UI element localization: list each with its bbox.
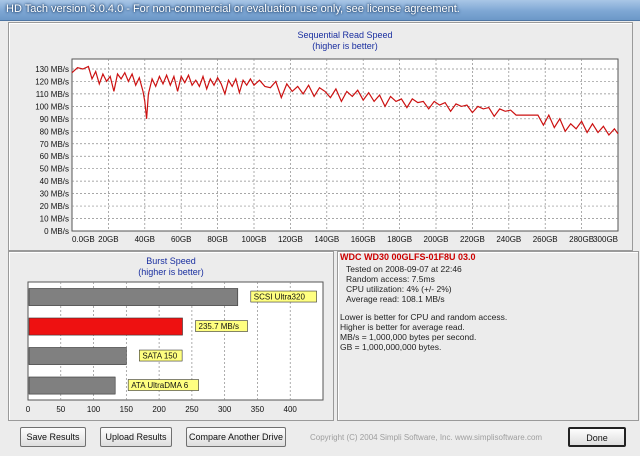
x-tick-label: 200 xyxy=(152,405,166,414)
x-tick-label: 250 xyxy=(185,405,199,414)
burst-bar xyxy=(28,376,116,395)
y-tick-label: 60 MB/s xyxy=(40,152,69,161)
burst-bar xyxy=(28,347,127,365)
x-tick-label: 150 xyxy=(120,405,134,414)
x-tick-label: 180GB xyxy=(387,235,412,244)
bar-value-label: SATA 150 xyxy=(142,352,177,361)
note-line: Lower is better for CPU and random acces… xyxy=(340,312,508,322)
burst-chart-panel: SCSI Ultra320 235.7 MB/s SATA 150 ATA Ultra… xyxy=(8,251,334,421)
x-tick-label: 60GB xyxy=(171,235,191,244)
x-tick-label: 300 xyxy=(218,405,232,414)
bar-value-label: 235.7 MB/s xyxy=(199,322,239,331)
note-line: GB = 1,000,000,000 bytes. xyxy=(340,342,442,352)
burst-speed-chart: SCSI Ultra320 235.7 MB/s SATA 150 ATA Ultra… xyxy=(26,256,324,414)
y-tick-label: 30 MB/s xyxy=(40,190,69,199)
read-chart-title: Sequential Read Speed xyxy=(297,30,392,40)
burst-bar xyxy=(28,288,239,306)
read-speed-chart: 0 MB/s 10 MB/s 20 MB/s 30 MB/s 40 MB/s 50 MB/… xyxy=(35,30,619,244)
average-read: Average read: 108.1 MB/s xyxy=(346,294,445,304)
note-line: Higher is better for average read. xyxy=(340,322,465,332)
read-chart-panel: 0 MB/s 10 MB/s 20 MB/s 30 MB/s 40 MB/s 50 MB/… xyxy=(8,22,633,251)
x-tick-label: 280GB xyxy=(569,235,594,244)
drive-name: WDC WD30 00GLFS-01F8U 03.0 xyxy=(340,252,476,262)
window-title: HD Tach version 3.0.4.0 - For non-commer… xyxy=(6,3,460,15)
x-tick-label: 80GB xyxy=(207,235,227,244)
burst-chart-subtitle: (higher is better) xyxy=(138,267,204,277)
x-tick-label: 0 xyxy=(26,405,31,414)
y-tick-label: 120 MB/s xyxy=(35,77,69,86)
x-tick-label: 240GB xyxy=(496,235,521,244)
compare-drive-button[interactable]: Compare Another Drive xyxy=(186,427,286,447)
x-tick-label: 20GB xyxy=(98,235,118,244)
x-tick-label: 0.0GB xyxy=(72,235,95,244)
y-tick-label: 130 MB/s xyxy=(35,65,69,74)
y-tick-label: 20 MB/s xyxy=(40,202,69,211)
x-tick-label: 300GB xyxy=(593,235,618,244)
x-tick-label: 120GB xyxy=(278,235,303,244)
y-tick-label: 80 MB/s xyxy=(40,127,69,136)
burst-bar xyxy=(28,317,183,336)
drive-info-panel: WDC WD30 00GLFS-01F8U 03.0 Tested on 200… xyxy=(337,251,639,421)
save-results-button[interactable]: Save Results xyxy=(20,427,86,447)
note-line: MB/s = 1,000,000 bytes per second. xyxy=(340,332,477,342)
y-tick-label: 110 MB/s xyxy=(36,90,69,99)
y-tick-label: 100 MB/s xyxy=(35,102,69,111)
y-tick-label: 40 MB/s xyxy=(40,177,69,186)
x-tick-label: 220GB xyxy=(460,235,485,244)
title-bar: HD Tach version 3.0.4.0 - For non-commer… xyxy=(0,0,640,21)
cpu-utilization: CPU utilization: 4% (+/- 2%) xyxy=(346,284,452,294)
done-button[interactable]: Done xyxy=(568,427,626,447)
bar-value-label: SCSI Ultra320 xyxy=(254,293,306,302)
upload-results-button[interactable]: Upload Results xyxy=(100,427,172,447)
x-tick-label: 100GB xyxy=(242,235,267,244)
x-tick-label: 400 xyxy=(284,405,298,414)
y-tick-label: 50 MB/s xyxy=(40,165,69,174)
x-tick-label: 160GB xyxy=(351,235,376,244)
random-access: Random access: 7.5ms xyxy=(346,274,435,284)
x-tick-label: 260GB xyxy=(533,235,558,244)
x-tick-label: 350 xyxy=(251,405,265,414)
bar-value-label: ATA UltraDMA 6 xyxy=(131,381,189,390)
x-tick-label: 50 xyxy=(56,405,65,414)
copyright-text: Copyright (C) 2004 Simpli Software, Inc.… xyxy=(310,433,543,442)
y-tick-label: 90 MB/s xyxy=(40,115,69,124)
read-chart-subtitle: (higher is better) xyxy=(312,41,378,51)
y-tick-label: 10 MB/s xyxy=(40,215,69,224)
y-tick-label: 70 MB/s xyxy=(40,140,69,149)
x-tick-label: 100 xyxy=(87,405,101,414)
x-tick-label: 40GB xyxy=(135,235,155,244)
plot-area xyxy=(71,58,619,232)
tested-on: Tested on 2008-09-07 at 22:46 xyxy=(346,264,462,274)
x-tick-label: 200GB xyxy=(424,235,449,244)
x-tick-label: 140GB xyxy=(314,235,339,244)
burst-chart-title: Burst Speed xyxy=(146,256,196,266)
y-tick-label: 0 MB/s xyxy=(44,227,69,236)
